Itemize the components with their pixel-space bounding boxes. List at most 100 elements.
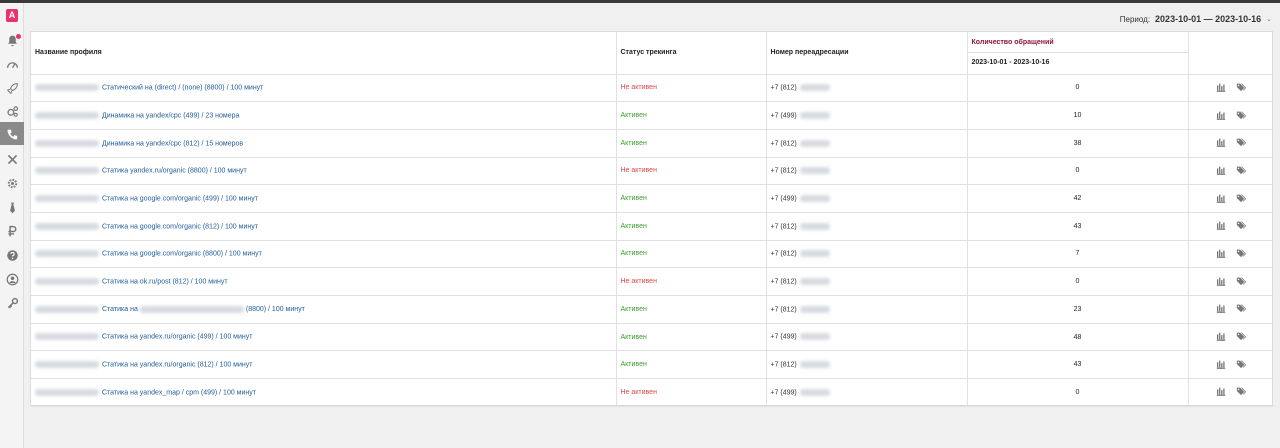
table-row[interactable]: Статика на google.com/organic (8800) / 1… xyxy=(31,240,1274,269)
redacted-phone xyxy=(799,194,830,202)
tags-icon[interactable] xyxy=(1236,276,1247,288)
header-calls-range: 2023-10-01 - 2023-10-16 xyxy=(971,59,1050,66)
profile-name-cell: Статика на google.com/organic (499) / 10… xyxy=(31,184,617,213)
tracking-status: Активен xyxy=(620,305,647,313)
forward-number: +7 (812) xyxy=(770,167,797,175)
tags-icon[interactable] xyxy=(1236,331,1247,343)
tie-icon[interactable] xyxy=(4,199,20,215)
stats-chart-icon[interactable] xyxy=(1216,137,1226,149)
period-label: Период: xyxy=(1119,14,1151,24)
table-row[interactable]: Статика на yandex_map / cpm (499) / 100 … xyxy=(31,378,1274,407)
period-selector[interactable]: Период: 2023-10-01 — 2023-10-16 ⌄ xyxy=(1120,14,1272,24)
row-actions xyxy=(1188,295,1274,324)
user-icon[interactable] xyxy=(4,271,20,287)
table-row[interactable]: Статика на google.com/organic (812) / 10… xyxy=(31,212,1274,241)
gear-icon[interactable] xyxy=(4,175,20,191)
forward-number: +7 (812) xyxy=(770,306,797,314)
profile-name-link[interactable]: Статика на yandex.ru/organic (499) / 100… xyxy=(102,334,252,341)
stats-chart-icon[interactable] xyxy=(1216,248,1226,260)
forward-number-cell: +7 (499) xyxy=(766,184,968,213)
stats-chart-icon[interactable] xyxy=(1216,110,1226,122)
header-profile-name[interactable]: Название профиля xyxy=(31,32,617,75)
tags-icon[interactable] xyxy=(1236,110,1247,122)
tracking-status-cell: Не активен xyxy=(616,378,767,407)
gauge-icon[interactable] xyxy=(4,56,20,72)
header-tracking-status[interactable]: Статус трекинга xyxy=(616,32,767,75)
table-row[interactable]: Статика на yandex.ru/organic (812) / 100… xyxy=(31,350,1274,380)
tracking-status: Активен xyxy=(620,333,647,341)
row-actions xyxy=(1188,323,1274,352)
profile-name-link[interactable]: Статика на google.com/organic (499) / 10… xyxy=(102,195,258,202)
tags-icon[interactable] xyxy=(1236,193,1247,205)
redacted-site-name xyxy=(35,277,99,285)
profile-name-link[interactable]: Статический на (direct) / (none) (8800) … xyxy=(102,85,263,92)
stats-chart-icon[interactable] xyxy=(1216,331,1226,343)
stats-chart-icon[interactable] xyxy=(1216,193,1226,205)
profile-name-cell: Статика на yandex.ru/organic (812) / 100… xyxy=(31,350,617,380)
tags-icon[interactable] xyxy=(1236,303,1247,315)
table-row[interactable]: Динамика на yandex/cpc (499) / 23 номера… xyxy=(31,101,1274,130)
profile-name-link[interactable]: Динамика на yandex/cpc (812) / 15 номеро… xyxy=(102,140,243,147)
table-row[interactable]: Статика на (8800) / 100 минут Активен +7 … xyxy=(31,295,1274,324)
tags-icon[interactable] xyxy=(1236,359,1247,371)
bell-icon[interactable] xyxy=(4,32,21,48)
stats-chart-icon[interactable] xyxy=(1216,82,1226,94)
header-forward-number[interactable]: Номер переадресации xyxy=(766,32,968,75)
table-row[interactable]: Статический на (direct) / (none) (8800) … xyxy=(31,74,1274,103)
table-row[interactable]: Статика на ok.ru/post (812) / 100 минут … xyxy=(31,267,1274,296)
forward-number: +7 (812) xyxy=(770,222,797,230)
profile-name-link[interactable]: Статика на yandex_map / cpm (499) / 100 … xyxy=(102,389,256,396)
profile-name-link[interactable]: Статика на yandex.ru/organic (812) / 100… xyxy=(102,361,252,368)
tracking-status-cell: Активен xyxy=(616,184,767,213)
key-icon[interactable] xyxy=(4,295,20,311)
profile-name-link[interactable]: Статика на (8800) / 100 минут xyxy=(102,305,305,313)
profile-name-link[interactable]: Динамика на yandex/cpc (499) / 23 номера xyxy=(102,112,239,119)
table-row[interactable]: Статика на yandex.ru/organic (499) / 100… xyxy=(31,323,1274,352)
stats-chart-icon[interactable] xyxy=(1216,220,1226,232)
tracking-status: Активен xyxy=(620,250,647,258)
tags-icon[interactable] xyxy=(1236,220,1247,232)
table-row[interactable]: Статика на google.com/organic (499) / 10… xyxy=(31,184,1274,213)
calls-count: 42 xyxy=(967,184,1189,213)
profile-name-link[interactable]: Статика на ok.ru/post (812) / 100 минут xyxy=(102,278,228,285)
period-value[interactable]: 2023-10-01 — 2023-10-16 xyxy=(1155,14,1261,24)
header-calls-count[interactable]: Количество обращений xyxy=(967,32,1188,53)
stats-chart-icon[interactable] xyxy=(1216,303,1226,315)
stats-chart-icon[interactable] xyxy=(1216,386,1226,398)
tags-icon[interactable] xyxy=(1236,82,1247,94)
redacted-phone xyxy=(799,84,830,92)
forward-number: +7 (812) xyxy=(770,84,797,92)
tracking-status-cell: Не активен xyxy=(616,74,767,103)
stats-chart-icon[interactable] xyxy=(1216,359,1226,371)
tracking-status-cell: Активен xyxy=(616,240,767,269)
tags-icon[interactable] xyxy=(1236,248,1247,260)
redacted-site-name xyxy=(35,250,99,258)
phone-icon[interactable] xyxy=(4,126,20,142)
stats-chart-icon[interactable] xyxy=(1216,276,1226,288)
row-actions xyxy=(1188,240,1274,269)
table-row[interactable]: Динамика на yandex/cpc (812) / 15 номеро… xyxy=(31,129,1274,158)
app-logo-icon[interactable]: A xyxy=(6,9,18,22)
table-row[interactable]: Статика yandex.ru/organic (8800) / 100 м… xyxy=(31,157,1274,186)
profile-name-link[interactable]: Статика на google.com/organic (812) / 10… xyxy=(102,223,258,230)
tags-icon[interactable] xyxy=(1236,137,1247,149)
profile-name-link[interactable]: Статика на google.com/organic (8800) / 1… xyxy=(102,251,262,258)
tools-icon[interactable] xyxy=(4,151,20,167)
calls-count: 23 xyxy=(967,295,1189,324)
chevron-down-icon[interactable]: ⌄ xyxy=(1266,15,1272,23)
cogs-icon[interactable] xyxy=(4,103,20,119)
row-actions xyxy=(1188,378,1274,407)
redacted-site-name xyxy=(35,194,99,202)
forward-number-cell: +7 (812) xyxy=(766,295,968,324)
tags-icon[interactable] xyxy=(1236,386,1247,398)
ruble-icon[interactable] xyxy=(4,223,20,239)
tags-icon[interactable] xyxy=(1236,165,1247,177)
rocket-icon[interactable] xyxy=(4,80,20,96)
stats-chart-icon[interactable] xyxy=(1216,165,1226,177)
profile-name-link[interactable]: Статика yandex.ru/organic (8800) / 100 м… xyxy=(102,168,247,175)
tracking-status: Не активен xyxy=(620,84,657,92)
tracking-status: Активен xyxy=(620,222,647,230)
calls-count: 48 xyxy=(967,323,1189,352)
tracking-status: Активен xyxy=(620,195,647,203)
help-icon[interactable] xyxy=(4,247,20,263)
